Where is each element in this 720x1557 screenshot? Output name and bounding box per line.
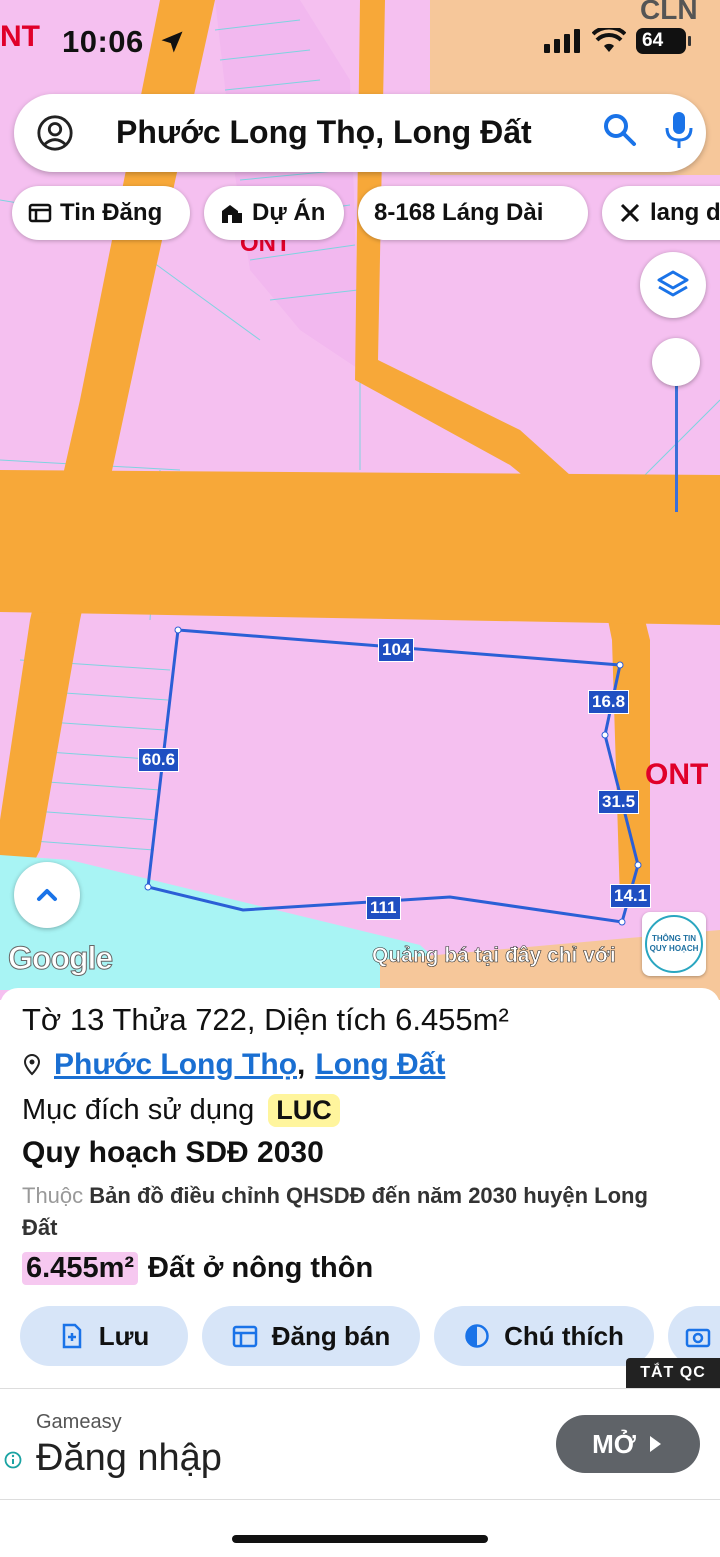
usage-purpose: Mục đích sử dụng LUC	[22, 1094, 340, 1127]
layers-icon	[657, 270, 689, 297]
zone-label-ont-right: ONT	[645, 758, 709, 791]
photo-button[interactable]	[668, 1306, 720, 1366]
chip-label: Tin Đăng	[60, 199, 163, 226]
ward-link[interactable]: Phước Long Thọ	[54, 1048, 297, 1082]
camera-add-icon	[685, 1328, 711, 1348]
plan-source: Thuộc Bản đồ điều chỉnh QHSDĐ đến năm 20…	[22, 1180, 682, 1244]
battery-level: 64	[642, 30, 664, 51]
home-indicator[interactable]	[232, 1535, 488, 1543]
bookmark-add-icon	[62, 1323, 81, 1349]
plan-source-prefix: Thuộc	[22, 1183, 84, 1208]
chip-lang-dai[interactable]: 8-168 Láng Dài	[358, 186, 588, 240]
dimension-left: 60.6	[138, 748, 180, 772]
expand-up-button[interactable]	[14, 862, 80, 928]
parcel-location: Phước Long Thọ , Long Đất	[22, 1048, 445, 1082]
plan-source-text: Bản đồ điều chỉnh QHSDĐ đến năm 2030 huy…	[22, 1183, 648, 1240]
wifi-icon	[592, 28, 626, 52]
search-query[interactable]: Phước Long Thọ, Long Đất	[116, 114, 532, 151]
badge-line-1: THÔNG TIN	[652, 934, 696, 943]
location-arrow-icon	[161, 31, 183, 53]
ad-open-label: MỞ	[592, 1428, 636, 1459]
chip-label: 8-168 Láng Dài	[374, 199, 544, 226]
ad-strip-text[interactable]: Quảng bá tại đây chỉ với	[372, 944, 642, 968]
dimension-bottom: 111	[366, 896, 401, 920]
parcel-title: Tờ 13 Thửa 722, Diện tích 6.455m²	[22, 1002, 509, 1037]
microphone-icon[interactable]	[664, 110, 694, 150]
ruler-icon	[620, 203, 640, 223]
chip-du-an[interactable]: Dự Án	[204, 186, 344, 240]
legend-button[interactable]: Chú thích	[434, 1306, 654, 1366]
ad-open-button[interactable]: MỞ	[556, 1415, 700, 1473]
calendar-icon	[232, 1325, 258, 1348]
opacity-slider-knob[interactable]	[652, 338, 700, 386]
ad-brand: Gameasy	[36, 1411, 122, 1433]
legend-label: Chú thích	[504, 1320, 624, 1351]
battery-indicator: 64	[636, 28, 691, 54]
chip-measure[interactable]: lang d	[602, 186, 720, 240]
post-sale-label: Đăng bán	[271, 1320, 391, 1351]
ad-info-icon[interactable]	[4, 1451, 22, 1469]
road-horizontal	[0, 470, 720, 625]
badge-line-2: QUY HOẠCH	[649, 944, 699, 953]
listing-icon	[28, 203, 52, 223]
action-buttons: Lưu Đăng bán Chú thích	[0, 1306, 720, 1368]
chip-tin-dang[interactable]: Tin Đăng	[12, 186, 190, 240]
area-row: 6.455m² Đất ở nông thôn	[22, 1252, 373, 1285]
layers-button[interactable]	[640, 252, 706, 318]
google-logo: Google	[7, 940, 113, 977]
parcel-boundary	[146, 628, 640, 924]
chip-label: lang d	[650, 199, 720, 226]
close-ads-button[interactable]: TẮT QC	[626, 1358, 720, 1388]
status-time: 10:06	[62, 24, 144, 59]
chip-label: Dự Án	[252, 199, 326, 226]
dimension-right-top: 16.8	[588, 690, 630, 714]
filter-chips: Tin Đăng Dự Án 8-168 Láng Dài lang d	[0, 186, 720, 242]
save-button[interactable]: Lưu	[20, 1306, 188, 1366]
building-icon	[222, 205, 242, 223]
ad-banner[interactable]: Gameasy Đăng nhập MỞ	[0, 1388, 720, 1500]
land-type: Đất ở nông thôn	[148, 1252, 374, 1284]
status-bar: 10:06 64	[0, 0, 720, 86]
app-screen: CLN NT ONT ONT 104 16.8 60.6 31.5 14.1 1…	[0, 0, 720, 1557]
location-separator: ,	[297, 1048, 306, 1081]
dimension-right-mid: 31.5	[598, 790, 640, 814]
dimension-right-bottom: 14.1	[610, 884, 652, 908]
ad-title: Đăng nhập	[36, 1437, 222, 1479]
chevron-up-icon	[37, 889, 57, 901]
play-arrow-icon	[649, 1436, 661, 1452]
purpose-label: Mục đích sử dụng	[22, 1094, 255, 1126]
area-badge: 6.455m²	[22, 1252, 139, 1285]
pin-icon	[23, 1053, 41, 1076]
plan-title: Quy hoạch SDĐ 2030	[22, 1136, 324, 1169]
dimension-top: 104	[378, 638, 415, 662]
account-icon[interactable]	[36, 114, 74, 152]
signal-icon	[544, 29, 580, 53]
post-sale-button[interactable]: Đăng bán	[202, 1306, 420, 1366]
contrast-icon	[465, 1324, 489, 1348]
search-icon[interactable]	[602, 112, 638, 148]
boundary-vertices	[144, 626, 642, 926]
purpose-code-badge: LUC	[268, 1094, 340, 1127]
district-link[interactable]: Long Đất	[315, 1048, 445, 1082]
save-label: Lưu	[98, 1320, 150, 1351]
search-bar[interactable]: Phước Long Thọ, Long Đất	[14, 94, 706, 172]
parcel-info-sheet: Tờ 13 Thửa 722, Diện tích 6.455m² Phước …	[0, 988, 720, 1388]
planning-info-badge[interactable]: THÔNG TIN QUY HOẠCH	[642, 912, 706, 976]
